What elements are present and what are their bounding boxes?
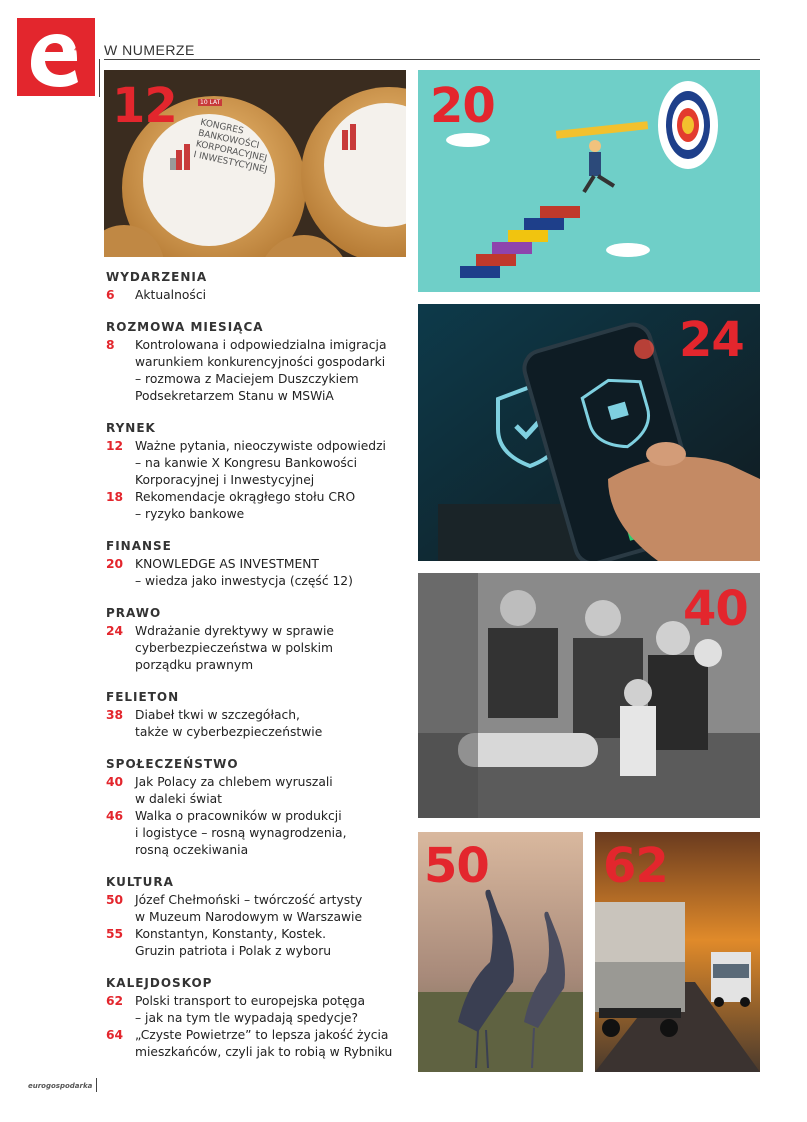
toc-entry-title: Polski transport to europejska potęga – … — [135, 994, 366, 1025]
photo-cupcakes[interactable]: 10 LAT KONGRES BANKOWOŚCI KORPORACYJNEJ … — [104, 70, 406, 257]
toc-category: WYDARZENIA — [106, 270, 208, 284]
toc-entry-title: Jak Polacy za chlebem wyruszali w daleki… — [135, 775, 333, 806]
toc-entry[interactable]: 18 Rekomendacje okrągłego stołu CRO – ryz… — [106, 489, 406, 523]
page-ref-number: 62 — [603, 838, 669, 894]
page-ref-number: 20 — [430, 78, 496, 134]
table-of-contents: WYDARZENIA 6 Aktualności ROZMOWA MIESIĄCA 8 K… — [106, 270, 406, 1061]
toc-page-number: 64 — [106, 1028, 124, 1042]
toc-category: KALEJDOSKOP — [106, 976, 213, 990]
toc-entry-title: Walka o pracowników w produkcji i logist… — [135, 809, 347, 857]
page-number: 4 — [74, 44, 81, 55]
photo-cranes[interactable]: 50 — [418, 832, 583, 1072]
toc-page-number: 12 — [106, 439, 124, 453]
page-ref-number: 40 — [683, 581, 749, 637]
toc-page-number: 20 — [106, 557, 124, 571]
toc-category: PRAWO — [106, 606, 162, 620]
header-rule — [104, 59, 760, 60]
page-ref-number: 12 — [112, 78, 178, 134]
toc-entry[interactable]: 64 „Czyste Powietrze” to lepsza jakość ży… — [106, 1027, 406, 1061]
toc-page-number: 8 — [106, 338, 115, 352]
toc-entry[interactable]: 24 Wdrażanie dyrektywy w sprawie cyberbez… — [106, 623, 406, 674]
toc-entry-title: Aktualności — [135, 288, 207, 302]
toc-page-number: 24 — [106, 624, 124, 638]
toc-category: ROZMOWA MIESIĄCA — [106, 320, 264, 334]
toc-entry-title: KNOWLEDGE AS INVESTMENT – wiedza jako in… — [135, 557, 353, 588]
toc-entry-title: „Czyste Powietrze” to lepsza jakość życi… — [135, 1028, 393, 1059]
toc-page-number: 6 — [106, 288, 115, 302]
page-ref-number: 24 — [679, 312, 745, 368]
photo-trucks[interactable]: 62 — [595, 832, 760, 1072]
toc-entry[interactable]: 62 Polski transport to europejska potęga … — [106, 993, 406, 1027]
toc-page-number: 62 — [106, 994, 124, 1008]
toc-page-number: 55 — [106, 927, 124, 941]
toc-page-number: 40 — [106, 775, 124, 789]
toc-entry-title: Kontrolowana i odpowiedzialna imigracja … — [135, 338, 387, 403]
footer-divider — [96, 1078, 97, 1092]
toc-entry[interactable]: 46 Walka o pracowników w produkcji i logi… — [106, 808, 406, 859]
magazine-logo — [17, 18, 95, 96]
toc-category: FINANSE — [106, 539, 172, 553]
toc-category: RYNEK — [106, 421, 156, 435]
toc-entry[interactable]: 38 Diabeł tkwi w szczegółach, także w cyb… — [106, 707, 406, 741]
toc-entry-title: Konstantyn, Konstanty, Kostek. Gruzin pa… — [135, 927, 332, 958]
e-logo-icon — [31, 34, 78, 87]
page-ref-number: 50 — [424, 838, 490, 894]
toc-entry-title: Ważne pytania, nieoczywiste odpowiedzi –… — [135, 439, 386, 487]
toc-entry[interactable]: 6 Aktualności — [106, 287, 406, 304]
photo-knowledge[interactable]: 20 — [418, 70, 760, 292]
toc-entry[interactable]: 20 KNOWLEDGE AS INVESTMENT – wiedza jako … — [106, 556, 406, 590]
photo-emigrants[interactable]: 40 — [418, 573, 760, 818]
toc-entry-title: Rekomendacje okrągłego stołu CRO – ryzyk… — [135, 490, 356, 521]
toc-category: KULTURA — [106, 875, 174, 889]
toc-entry-title: Józef Chełmoński – twórczość artysty w M… — [135, 893, 363, 924]
photo-cybersecurity[interactable]: 24 — [418, 304, 760, 561]
footer-brand: eurogospodarka — [28, 1082, 93, 1090]
toc-entry-title: Wdrażanie dyrektywy w sprawie cyberbezpi… — [135, 624, 334, 672]
toc-page-number: 38 — [106, 708, 124, 722]
toc-category: FELIETON — [106, 690, 180, 704]
toc-entry[interactable]: 55 Konstantyn, Konstanty, Kostek. Gruzin … — [106, 926, 406, 960]
toc-entry[interactable]: 8 Kontrolowana i odpowiedzialna imigracja… — [106, 337, 406, 405]
cupcake-badge: 10 LAT — [198, 99, 223, 106]
toc-page-number: 46 — [106, 809, 124, 823]
toc-entry[interactable]: 12 Ważne pytania, nieoczywiste odpowiedzi… — [106, 438, 406, 489]
toc-page-number: 50 — [106, 893, 124, 907]
section-title: W NUMERZE — [104, 42, 195, 58]
toc-entry[interactable]: 50 Józef Chełmoński – twórczość artysty w… — [106, 892, 406, 926]
toc-entry[interactable]: 40 Jak Polacy za chlebem wyruszali w dale… — [106, 774, 406, 808]
header-divider — [99, 59, 100, 97]
toc-entry-title: Diabeł tkwi w szczegółach, także w cyber… — [135, 708, 323, 739]
toc-category: SPOŁECZEŃSTWO — [106, 757, 239, 771]
toc-page-number: 18 — [106, 490, 124, 504]
